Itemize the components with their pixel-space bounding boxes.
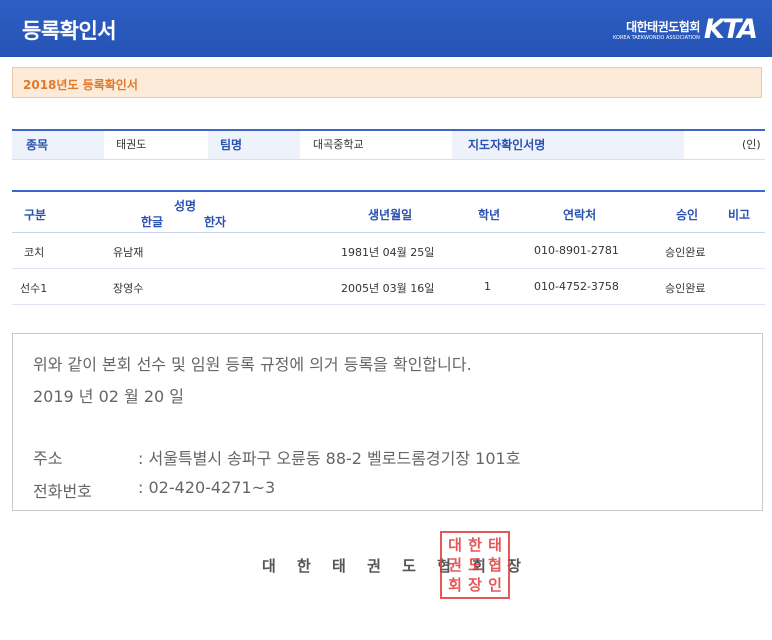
seal-mark: (인) xyxy=(742,138,761,151)
seal-glyph: 도 xyxy=(468,556,482,574)
header-remarks: 비고 xyxy=(728,208,751,222)
logo-mark: KTA xyxy=(703,13,758,45)
table-row: 코치 유남재 1981년 04월 25일 010-8901-2781 승인완료 xyxy=(12,233,765,269)
header-name: 성명 xyxy=(174,199,197,213)
phone-value: : 02-420-4271~3 xyxy=(138,478,276,497)
address-value: : 서울특별시 송파구 오륜동 88-2 벨로드롬경기장 101호 xyxy=(138,449,521,468)
row-contact: 010-4752-3758 xyxy=(534,280,619,293)
header-grade: 학년 xyxy=(478,208,501,222)
season-banner: 2018년도 등록확인서 xyxy=(12,67,762,98)
kta-logo: 대한태권도협회 KOREA TAEKWONDO ASSOCIATION KTA xyxy=(613,13,758,45)
coach-sign-label: 지도자확인서명 xyxy=(452,131,684,159)
seal-glyph: 회 xyxy=(448,576,462,594)
seal-glyph: 장 xyxy=(468,576,482,594)
page-title: 등록확인서 xyxy=(22,19,117,43)
logo-english: KOREA TAEKWONDO ASSOCIATION xyxy=(613,34,700,41)
confirmation-date: 2019 년 02 월 20 일 xyxy=(33,387,185,406)
row-name-korean: 장영수 xyxy=(113,282,144,295)
registration-table: 구분 성명 한글 한자 생년월일 학년 연락처 승인 비고 코치 유남재 198… xyxy=(12,190,765,305)
row-name-korean: 유남재 xyxy=(113,246,144,259)
confirmation-box: 위와 같이 본회 선수 및 임원 등록 규정에 의거 등록을 확인합니다. 20… xyxy=(12,333,763,511)
row-contact: 010-8901-2781 xyxy=(534,244,619,257)
row-approval: 승인완료 xyxy=(665,246,706,259)
logo-text: 대한태권도협회 KOREA TAEKWONDO ASSOCIATION xyxy=(613,18,700,41)
seal-glyph: 인 xyxy=(488,576,502,594)
seal-glyph: 협 xyxy=(488,556,502,574)
sport-value: 태권도 xyxy=(116,138,147,151)
row-birthdate: 1981년 04월 25일 xyxy=(341,246,435,259)
header-bar: 등록확인서 대한태권도협회 KOREA TAEKWONDO ASSOCIATIO… xyxy=(0,0,772,57)
row-grade: 1 xyxy=(484,280,491,293)
season-label: 2018년도 등록확인서 xyxy=(23,78,138,92)
row-approval: 승인완료 xyxy=(665,282,706,295)
seal-glyph: 한 xyxy=(468,536,482,554)
header-birthdate: 생년월일 xyxy=(368,208,413,222)
sport-label: 종목 xyxy=(12,131,104,159)
header-contact: 연락처 xyxy=(563,208,597,222)
phone-label: 전화번호 xyxy=(33,482,92,501)
team-value: 대곡중학교 xyxy=(313,138,364,151)
header-category: 구분 xyxy=(24,208,47,222)
team-label: 팀명 xyxy=(208,131,300,159)
official-seal: 대한태권도협회장인 xyxy=(440,531,510,599)
row-category: 코치 xyxy=(24,246,45,259)
table-row: 선수1 장영수 2005년 03월 16일 1 010-4752-3758 승인… xyxy=(12,269,765,305)
row-birthdate: 2005년 03월 16일 xyxy=(341,282,435,295)
row-category: 선수1 xyxy=(20,282,48,295)
table-header: 구분 성명 한글 한자 생년월일 학년 연락처 승인 비고 xyxy=(12,190,765,233)
team-info-row: 종목 태권도 팀명 대곡중학교 지도자확인서명 (인) xyxy=(12,129,765,160)
header-name-hanja: 한자 xyxy=(204,215,227,229)
header-approval: 승인 xyxy=(676,208,699,222)
seal-glyph: 권 xyxy=(448,556,462,574)
address-label: 주소 xyxy=(33,449,63,468)
seal-glyph: 대 xyxy=(448,536,462,554)
seal-glyph: 태 xyxy=(488,536,502,554)
confirmation-statement: 위와 같이 본회 선수 및 임원 등록 규정에 의거 등록을 확인합니다. xyxy=(33,355,472,374)
header-name-korean: 한글 xyxy=(141,215,164,229)
logo-korean: 대한태권도협회 xyxy=(626,19,700,34)
